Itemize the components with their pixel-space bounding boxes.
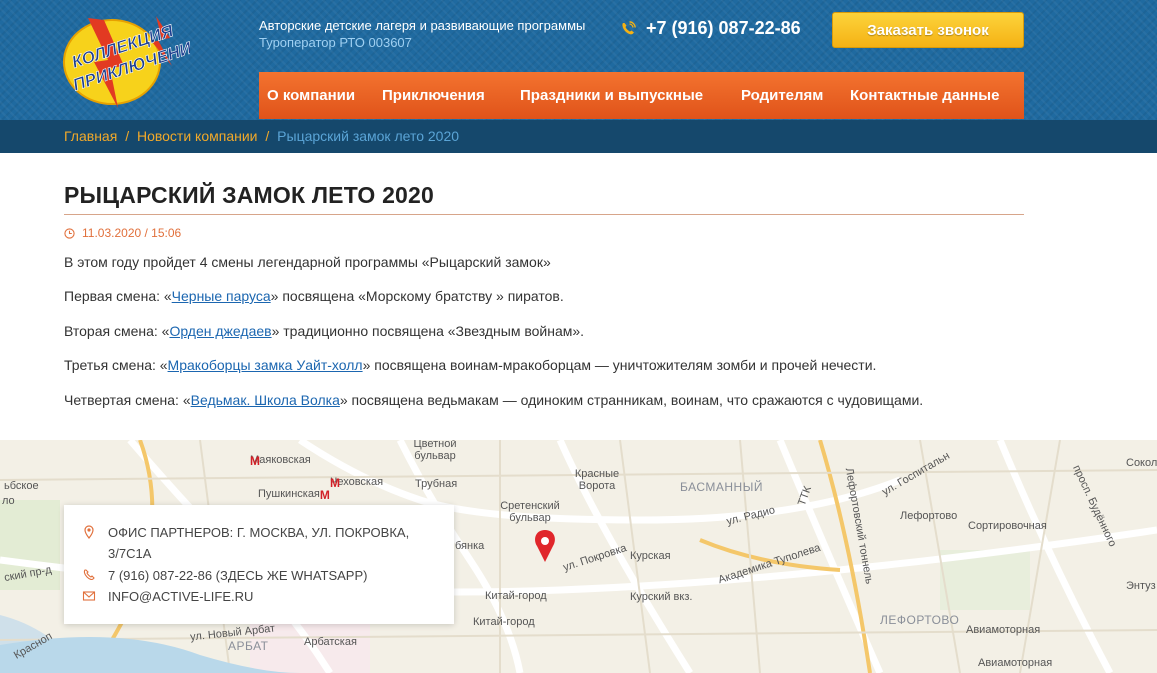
article-shift-1: Первая смена: «Черные паруса» посвящена … [64, 288, 564, 304]
shift-prefix: Первая смена: « [64, 288, 172, 304]
map-label: Авиамоторная [978, 657, 1053, 669]
shift-suffix: » традиционно посвящена «Звездным войнам… [271, 323, 585, 339]
title-divider [64, 214, 1024, 215]
date-text: 11.03.2020 / 15:06 [82, 226, 182, 240]
location-pin-icon [84, 525, 94, 539]
article-shift-3: Третья смена: «Мракоборцы замка Уайт-хол… [64, 357, 876, 373]
map-label: Арбатская [304, 636, 357, 648]
breadcrumb-bar: Главная / Новости компании / Рыцарский з… [0, 120, 1157, 153]
nav-contacts[interactable]: Контактные данные [850, 87, 999, 104]
shift-prefix: Третья смена: « [64, 357, 168, 373]
map-label: Цветной бульвар [413, 440, 457, 462]
shift-prefix: Четвертая смена: « [64, 392, 191, 408]
breadcrumb: Главная / Новости компании / Рыцарский з… [64, 128, 459, 144]
address-text: Офис партнеров: г. Москва, ул. Покровка,… [108, 525, 410, 561]
breadcrumb-current: Рыцарский замок лето 2020 [277, 128, 460, 144]
phone-icon [83, 569, 95, 581]
map-label: Трубная [415, 478, 458, 490]
map-label: ло [2, 495, 15, 507]
map-label: Красные Ворота [574, 468, 620, 492]
breadcrumb-separator: / [265, 128, 270, 144]
tagline-license: Туроператор РТО 003607 [259, 35, 412, 50]
map-label: ьбское [4, 480, 39, 492]
breadcrumb-home[interactable]: Главная [64, 128, 117, 144]
map-label: Сретенский бульвар [500, 500, 560, 524]
map-label: Китай-город [473, 616, 535, 628]
nav-adventures[interactable]: Приключения [382, 87, 485, 104]
clock-icon [64, 227, 75, 239]
map-label-text: Пушкинская [258, 488, 320, 500]
header-phone[interactable]: +7 (916) 087-22-86 [620, 18, 801, 39]
article-shift-4: Четвертая смена: «Ведьмак. Школа Волка» … [64, 392, 923, 408]
nav-about[interactable]: О компании [267, 87, 355, 104]
metro-icon: М [250, 454, 260, 468]
phone-icon [622, 20, 636, 34]
contact-email[interactable]: info@active-life.ru [82, 586, 253, 607]
contact-card: Офис партнеров: г. Москва, ул. Покровка,… [64, 505, 454, 624]
map-label: Сокол [1126, 457, 1157, 469]
article-date: 11.03.2020 / 15:06 [64, 226, 181, 240]
breadcrumb-news[interactable]: Новости компании [137, 128, 258, 144]
shift-link-black-sails[interactable]: Черные паруса [172, 288, 271, 304]
map-district: БАСМАННЫЙ [680, 480, 763, 494]
map-label: Курский вкз. [630, 591, 693, 603]
nav-holidays[interactable]: Праздники и выпускные [520, 87, 703, 104]
map-label: Китай-город [485, 590, 547, 602]
map-label: Пушкинская М [258, 488, 330, 502]
map-label: бянка [455, 540, 485, 552]
article-shift-2: Вторая смена: «Орден джедаев» традиционн… [64, 323, 584, 339]
logo-icon: КОЛЛЕКЦИЯ ПРИКЛЮЧЕНИЙ [63, 16, 207, 108]
contact-address: Офис партнеров: г. Москва, ул. Покровка,… [82, 522, 422, 564]
order-call-button[interactable]: Заказать звонок [832, 12, 1024, 48]
tagline: Авторские детские лагеря и развивающие п… [259, 17, 585, 51]
map-label: Энтуз [1126, 580, 1156, 592]
map-label: Лефортово [900, 510, 958, 522]
metro-icon: М [319, 488, 330, 502]
phone-text: 7 (916) 087-22-86 (здесь же WhatsApp) [108, 568, 368, 583]
nav-parents[interactable]: Родителям [741, 87, 823, 104]
metro-icon: М [330, 476, 340, 490]
map-label: Авиамоторная [966, 624, 1041, 636]
article-intro: В этом году пройдет 4 смены легендарной … [64, 254, 551, 270]
map-label: М Маяковская [250, 454, 311, 468]
page-title: РЫЦАРСКИЙ ЗАМОК ЛЕТО 2020 [64, 182, 435, 208]
shift-prefix: Вторая смена: « [64, 323, 170, 339]
shift-suffix: » посвящена «Морскому братству » пиратов… [270, 288, 564, 304]
contact-phone[interactable]: 7 (916) 087-22-86 (здесь же WhatsApp) [82, 565, 367, 586]
shift-link-witcher[interactable]: Ведьмак. Школа Волка [191, 392, 340, 408]
mail-icon [82, 591, 96, 601]
site-logo[interactable]: КОЛЛЕКЦИЯ ПРИКЛЮЧЕНИЙ [60, 10, 207, 110]
map-label: М Чеховская [330, 476, 383, 490]
map-district: АРБАТ [228, 639, 269, 653]
breadcrumb-separator: / [125, 128, 130, 144]
site-header: КОЛЛЕКЦИЯ ПРИКЛЮЧЕНИЙ Авторские детские … [0, 0, 1157, 120]
email-text: info@active-life.ru [108, 589, 254, 604]
map-label: Курская [630, 550, 671, 562]
map-district: ЛЕФОРТОВО [880, 613, 960, 627]
shift-suffix: » посвящена ведьмакам — одиноким странни… [339, 392, 924, 408]
shift-link-jedi-order[interactable]: Орден джедаев [169, 323, 271, 339]
main-nav: О компании Приключения Праздники и выпус… [259, 72, 1024, 119]
phone-number: +7 (916) 087-22-86 [646, 18, 801, 38]
map-label: Сортировочная [968, 520, 1047, 532]
shift-link-whitehall[interactable]: Мракоборцы замка Уайт-холл [168, 357, 363, 373]
tagline-main: Авторские детские лагеря и развивающие п… [259, 18, 586, 33]
shift-suffix: » посвящена воинам-мракоборцам — уничтож… [362, 357, 877, 373]
